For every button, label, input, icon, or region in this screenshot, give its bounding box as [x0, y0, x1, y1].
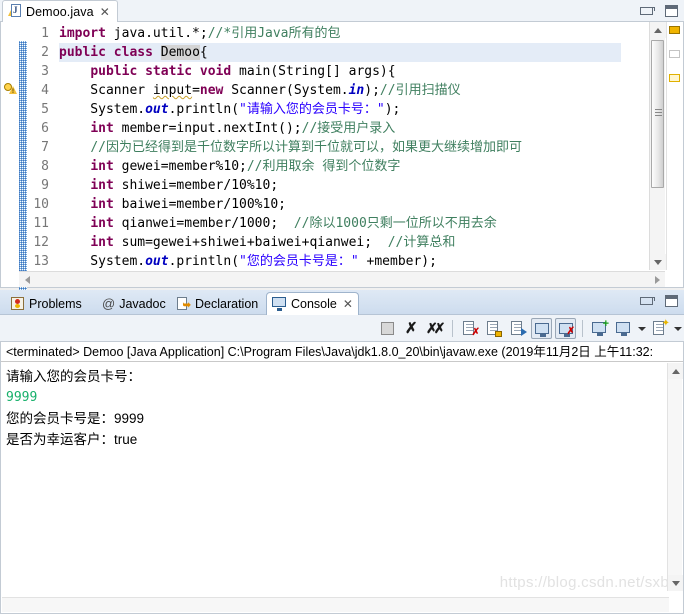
console-window-buttons [640, 295, 678, 307]
eclipse-ide-window: ! J Demoo.java ✕ ! 1 2 3 [0, 0, 684, 614]
line-number: 7 [41, 140, 49, 155]
tab-label: Console [291, 297, 337, 311]
launch-status-line: <terminated> Demoo [Java Application] C:… [1, 342, 683, 362]
code-area[interactable]: import java.util.*;//*引用Java所有的包 public … [59, 22, 639, 270]
overview-ruler[interactable] [666, 22, 682, 270]
close-icon[interactable]: ✕ [343, 298, 353, 310]
console-icon [272, 297, 287, 311]
line-number: 2 [41, 45, 49, 60]
toolbar-separator [452, 320, 453, 337]
overview-marker-occurrence[interactable] [669, 74, 680, 82]
code-line: int member=input.nextInt();//接受用户录入 [90, 121, 396, 136]
minimize-button[interactable] [640, 6, 655, 15]
code-line: int baiwei=member/100%10; [90, 197, 286, 212]
line-number: 1 [41, 26, 49, 41]
overview-marker[interactable] [669, 50, 680, 58]
new-console-view-dropdown-icon[interactable] [673, 318, 682, 339]
code-line: public static void main(String[] args){ [90, 64, 396, 79]
line-number: 4 [41, 83, 49, 98]
editor-horizontal-scrollbar[interactable] [19, 271, 665, 287]
terminate-icon[interactable] [377, 318, 398, 339]
line-number: 10 [33, 197, 49, 212]
editor-tab-demoo-java[interactable]: ! J Demoo.java ✕ [2, 0, 118, 22]
scroll-down-icon[interactable] [650, 254, 666, 270]
tab-label: Problems [29, 297, 82, 311]
overview-marker-warning[interactable] [669, 26, 680, 34]
toolbar-separator [582, 320, 583, 337]
console-part: Problems @ Javadoc ➥ Declaration Console… [0, 290, 684, 614]
code-line: int qianwei=member/1000; //除以1000只剩一位所以不… [90, 216, 497, 231]
console-output-lines[interactable]: 请输入您的会员卡号： 9999 您的会员卡号是：9999 是否为幸运客户：tru… [1, 362, 683, 450]
remove-all-terminated-icon[interactable]: ✗✗ [425, 318, 446, 339]
line-number: 9 [41, 178, 49, 193]
line-number-ruler: 1 2 3 4 5 6 7 8 9 10 11 12 13 [23, 22, 49, 270]
console-output[interactable]: <terminated> Demoo [Java Application] C:… [0, 342, 684, 614]
code-line: int gewei=member%10;//利用取余 得到个位数字 [90, 159, 401, 174]
code-line: import java.util.*;//*引用Java所有的包 [59, 26, 341, 41]
editor-tab-label: Demoo.java [26, 4, 94, 19]
code-line: System.out.println("请输入您的会员卡号："); [59, 102, 401, 117]
line-number: 6 [41, 121, 49, 136]
console-horizontal-scrollbar[interactable] [2, 597, 669, 612]
console-vertical-scrollbar[interactable] [667, 363, 683, 591]
new-console-view-menu-icon[interactable]: ✦ [649, 318, 670, 339]
maximize-button[interactable] [665, 5, 678, 17]
editor-body[interactable]: ! 1 2 3 4 5 6 7 8 9 10 11 12 13 import j… [0, 22, 684, 305]
display-selected-console-icon[interactable]: ✗ [555, 318, 576, 339]
new-console-view-icon[interactable] [613, 318, 634, 339]
line-number: 13 [33, 254, 49, 269]
console-toolbar-icons: ✗ ✗✗ ✗ ✗ + ✦ [377, 318, 682, 339]
close-icon[interactable]: ✕ [100, 6, 110, 18]
marker-ruler[interactable]: ! [2, 22, 19, 270]
console-toolbar: ✗ ✗✗ ✗ ✗ + ✦ [0, 315, 684, 342]
minimize-button[interactable] [640, 296, 655, 305]
problems-icon [11, 297, 25, 311]
code-line: public class Demoo{ [59, 43, 621, 62]
tab-javadoc[interactable]: @ Javadoc [97, 293, 171, 315]
console-line: 是否为幸运客户：true [6, 432, 138, 447]
console-line-stdin: 9999 [6, 390, 38, 405]
editor-vertical-scrollbar[interactable] [649, 22, 666, 270]
clear-console-icon[interactable]: ✗ [459, 318, 480, 339]
scroll-up-icon[interactable] [668, 363, 683, 379]
editor-tab-row: ! J Demoo.java ✕ [0, 0, 684, 22]
maximize-button[interactable] [665, 295, 678, 307]
pin-console-icon[interactable] [531, 318, 552, 339]
scroll-right-icon[interactable] [649, 272, 665, 287]
tab-declaration[interactable]: ➥ Declaration [172, 293, 263, 315]
tab-console[interactable]: Console ✕ [266, 292, 359, 315]
scroll-left-icon[interactable] [19, 272, 35, 287]
code-line: int shiwei=member/10%10; [90, 178, 279, 193]
line-number: 5 [41, 102, 49, 117]
show-console-on-output-icon[interactable] [507, 318, 528, 339]
console-line: 请输入您的会员卡号： [6, 369, 141, 384]
warning-bulb-icon[interactable]: ! [4, 82, 18, 96]
code-line: int sum=gewei+shiwei+baiwei+qianwei; //计… [90, 235, 456, 250]
tab-label: Javadoc [119, 297, 166, 311]
code-line: System.out.println("您的会员卡号是：" +member); [59, 254, 437, 269]
view-tab-row: Problems @ Javadoc ➥ Declaration Console… [0, 290, 684, 315]
open-console-dropdown-icon[interactable] [637, 318, 646, 339]
scroll-down-icon[interactable] [668, 575, 683, 591]
editor-part: ! J Demoo.java ✕ ! 1 2 3 [0, 0, 684, 305]
tab-problems[interactable]: Problems [6, 293, 87, 315]
console-line: 您的会员卡号是：9999 [6, 411, 145, 426]
code-line: Scanner input=new Scanner(System.in);//引… [59, 83, 461, 98]
line-number: 3 [41, 64, 49, 79]
tab-label: Declaration [195, 297, 259, 311]
scroll-up-icon[interactable] [650, 22, 666, 38]
editor-window-buttons [640, 5, 678, 17]
remove-launch-icon[interactable]: ✗ [401, 318, 422, 339]
code-line: //因为已经得到是千位数字所以计算到千位就可以，如果更大继续增加即可 [90, 140, 522, 155]
line-number: 12 [33, 235, 49, 250]
line-number: 8 [41, 159, 49, 174]
open-console-icon[interactable]: + [589, 318, 610, 339]
watermark-text: https://blog.csdn.net/sxb [499, 574, 669, 591]
java-file-warning-icon: ! J [8, 4, 22, 19]
scrollbar-thumb[interactable] [651, 40, 664, 188]
scroll-lock-icon[interactable] [483, 318, 504, 339]
declaration-icon: ➥ [177, 297, 191, 311]
at-icon: @ [102, 296, 116, 311]
line-number: 11 [33, 216, 49, 231]
